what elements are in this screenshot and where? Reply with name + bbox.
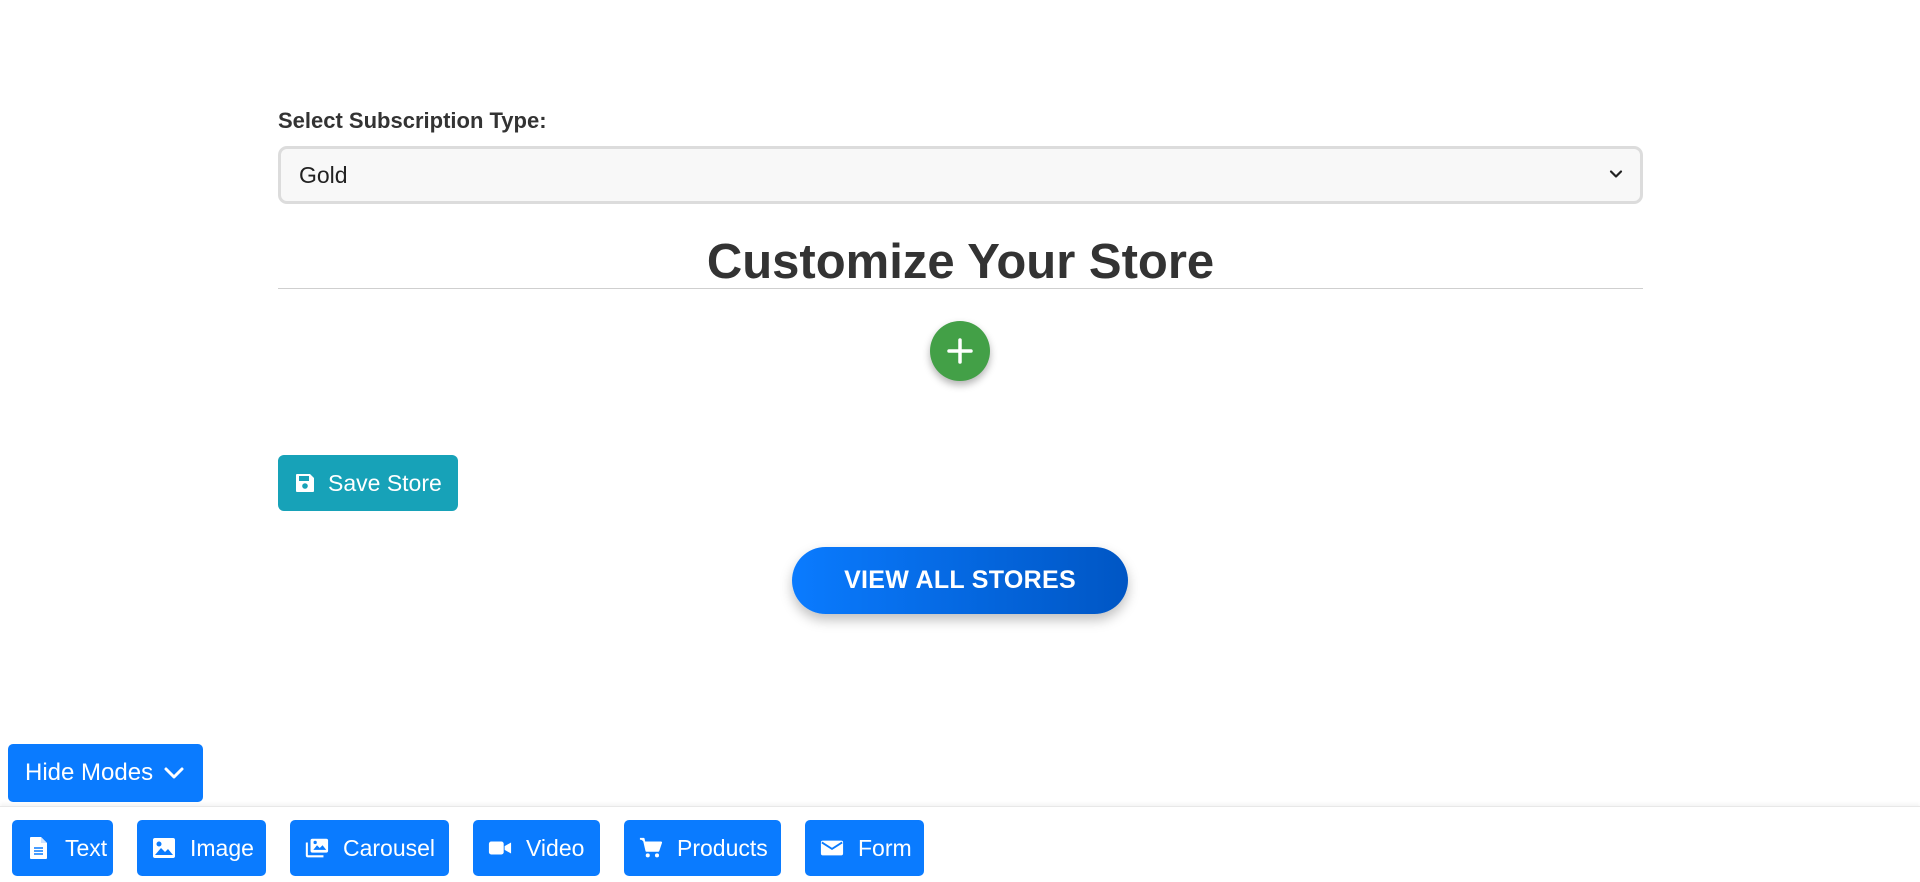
add-section-button[interactable]	[930, 321, 990, 381]
mode-video-button[interactable]: Video	[473, 820, 600, 876]
mode-products-label: Products	[677, 834, 768, 861]
modes-toolbar: Text Image Carousel Video Products Form	[0, 806, 1920, 882]
mode-image-label: Image	[190, 834, 254, 861]
mode-form-button[interactable]: Form	[805, 820, 924, 876]
plus-icon	[947, 338, 973, 364]
image-icon	[152, 836, 176, 860]
subscription-type-value: Gold	[299, 162, 348, 188]
hide-modes-button[interactable]: Hide Modes	[8, 744, 203, 802]
mode-text-button[interactable]: Text	[12, 820, 113, 876]
chevron-down-icon	[1609, 170, 1623, 178]
hide-modes-label: Hide Modes	[25, 759, 154, 786]
shopping-cart-icon	[639, 836, 663, 860]
mode-carousel-button[interactable]: Carousel	[290, 820, 449, 876]
view-all-stores-button[interactable]: VIEW ALL STORES	[792, 547, 1128, 614]
chevron-down-icon	[163, 762, 185, 784]
mode-form-label: Form	[858, 834, 912, 861]
subscription-type-label: Select Subscription Type:	[278, 108, 547, 133]
mode-products-button[interactable]: Products	[624, 820, 781, 876]
divider	[278, 288, 1643, 289]
envelope-icon	[820, 836, 844, 860]
mode-text-label: Text	[65, 834, 108, 861]
video-camera-icon	[488, 836, 512, 860]
floppy-disk-icon	[294, 472, 316, 494]
mode-carousel-label: Carousel	[343, 834, 436, 861]
file-text-icon	[27, 836, 51, 860]
store-editor: Select Subscription Type: Gold Customize…	[278, 108, 1643, 614]
mode-video-label: Video	[526, 834, 585, 861]
subscription-type-select[interactable]: Gold	[278, 146, 1643, 204]
save-store-button[interactable]: Save Store	[278, 455, 458, 511]
images-icon	[305, 836, 329, 860]
save-store-label: Save Store	[328, 469, 442, 496]
page-title: Customize Your Store	[706, 235, 1215, 289]
mode-image-button[interactable]: Image	[137, 820, 266, 876]
